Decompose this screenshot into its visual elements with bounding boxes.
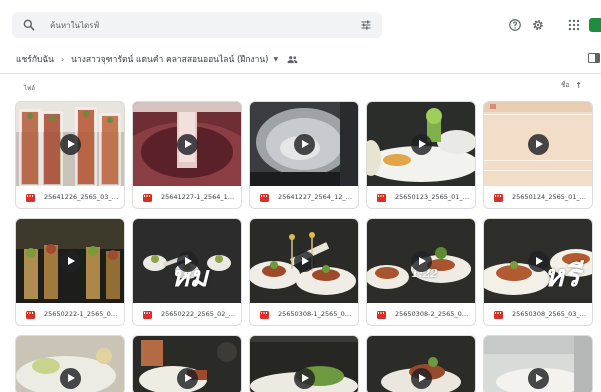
video-file-icon	[143, 194, 152, 202]
file-card[interactable]: 25650123_2565_01_2...	[366, 101, 476, 209]
file-card-footer: 25650123_2565_01_2...	[367, 186, 475, 208]
play-icon[interactable]	[177, 251, 198, 272]
file-card-footer: 25650124_2565_01_2...	[484, 186, 592, 208]
play-icon[interactable]	[294, 368, 315, 389]
breadcrumb: แชร์กับฉัน › นางสาวจุฑารัตน์ แดนคำ คลาสส…	[16, 52, 298, 66]
play-icon[interactable]	[411, 251, 432, 272]
file-name[interactable]: 25650123_2565_01_2...	[395, 193, 471, 201]
play-icon[interactable]	[528, 368, 549, 389]
file-card[interactable]: 25641226_2565_03_2...	[15, 101, 125, 209]
play-icon[interactable]	[60, 251, 81, 272]
video-file-icon	[377, 194, 386, 202]
play-icon[interactable]	[294, 251, 315, 272]
video-file-icon	[260, 194, 269, 202]
arrow-up-icon[interactable]: ↑	[575, 81, 582, 90]
play-icon[interactable]	[60, 134, 81, 155]
video-file-icon	[494, 194, 503, 202]
file-card-footer: 25641226_2565_03_2...	[16, 186, 124, 208]
file-card-footer: 25641227-1_2564_12_...	[133, 186, 241, 208]
file-name[interactable]: 25641226_2565_03_2...	[44, 193, 120, 201]
video-file-icon	[377, 311, 386, 319]
file-name[interactable]: 25650222-1_2565_02_...	[44, 310, 120, 318]
thumbnail-caption: หรี	[544, 259, 580, 294]
section-label-files: ไฟล์	[24, 85, 35, 92]
file-name[interactable]: 25641227-1_2564_12_...	[161, 193, 237, 201]
file-card-footer: 25641227_2564_12_2...	[250, 186, 358, 208]
play-icon[interactable]	[528, 134, 549, 155]
file-card-footer: 25650308_2565_03_2...	[484, 303, 592, 325]
search-bar[interactable]: ค้นหาในไดรฟ์	[12, 12, 382, 38]
file-name[interactable]: 25650124_2565_01_2...	[512, 193, 588, 201]
file-name[interactable]: 25641227_2564_12_2...	[278, 193, 354, 201]
file-card-footer: 25650222-1_2565_02_...	[16, 303, 124, 325]
chevron-right-icon: ›	[60, 54, 65, 64]
video-file-icon	[494, 311, 503, 319]
file-card[interactable]: 25641227-1_2564_12_...	[132, 101, 242, 209]
search-input[interactable]: ค้นหาในไดรฟ์	[50, 19, 99, 32]
file-card[interactable]: หม 25650222_2565_02_2...	[132, 218, 242, 326]
play-icon[interactable]	[177, 368, 198, 389]
file-name[interactable]: 25650308-2_2565_03_...	[395, 310, 471, 318]
details-panel-icon[interactable]	[588, 53, 600, 63]
chevron-down-icon[interactable]: ▼	[274, 56, 279, 63]
play-icon[interactable]	[177, 134, 198, 155]
play-icon[interactable]	[411, 368, 432, 389]
apps-icon[interactable]	[567, 18, 581, 32]
search-options-icon[interactable]	[360, 19, 372, 31]
sort-label[interactable]: ชื่อ	[561, 80, 569, 90]
file-card[interactable]: 25650308-1_2565_03_...	[249, 218, 359, 326]
play-icon[interactable]	[411, 134, 432, 155]
breadcrumb-root[interactable]: แชร์กับฉัน	[16, 52, 54, 66]
file-name[interactable]: 25650222_2565_02_2...	[161, 310, 237, 318]
file-card[interactable]	[366, 335, 476, 392]
play-icon[interactable]	[528, 251, 549, 272]
video-file-icon	[26, 311, 35, 319]
top-bar: ค้นหาในไดรฟ์	[0, 0, 601, 48]
file-card-footer: 25650222_2565_02_2...	[133, 303, 241, 325]
sort-control[interactable]: ชื่อ ↑	[561, 80, 582, 90]
search-icon[interactable]	[22, 18, 36, 32]
breadcrumb-current-folder[interactable]: นางสาวจุฑารัตน์ แดนคำ คลาสสอนออนไลน์ (ฝึ…	[71, 52, 268, 66]
file-card-footer: 25650308-1_2565_03_...	[250, 303, 358, 325]
play-icon[interactable]	[294, 134, 315, 155]
shared-people-icon[interactable]	[287, 55, 298, 64]
file-card[interactable]	[483, 335, 593, 392]
file-card[interactable]	[132, 335, 242, 392]
settings-icon[interactable]	[531, 18, 545, 32]
file-name[interactable]: 25650308-1_2565_03_...	[278, 310, 354, 318]
file-card[interactable]: หรี 25650308_2565_03_2...	[483, 218, 593, 326]
divider	[0, 73, 601, 74]
file-card[interactable]: 25641227_2564_12_2...	[249, 101, 359, 209]
file-card[interactable]: 25650222-1_2565_02_...	[15, 218, 125, 326]
file-card[interactable]: 25650124_2565_01_2...	[483, 101, 593, 209]
file-card[interactable]: 1:22 25650308-2_2565_03_...	[366, 218, 476, 326]
file-card[interactable]	[15, 335, 125, 392]
file-name[interactable]: 25650308_2565_03_2...	[512, 310, 588, 318]
file-card[interactable]	[249, 335, 359, 392]
account-avatar[interactable]	[589, 18, 601, 32]
file-card-footer: 25650308-2_2565_03_...	[367, 303, 475, 325]
video-file-icon	[26, 194, 35, 202]
video-file-icon	[260, 311, 269, 319]
help-icon[interactable]	[508, 18, 522, 32]
video-file-icon	[143, 311, 152, 319]
play-icon[interactable]	[60, 368, 81, 389]
